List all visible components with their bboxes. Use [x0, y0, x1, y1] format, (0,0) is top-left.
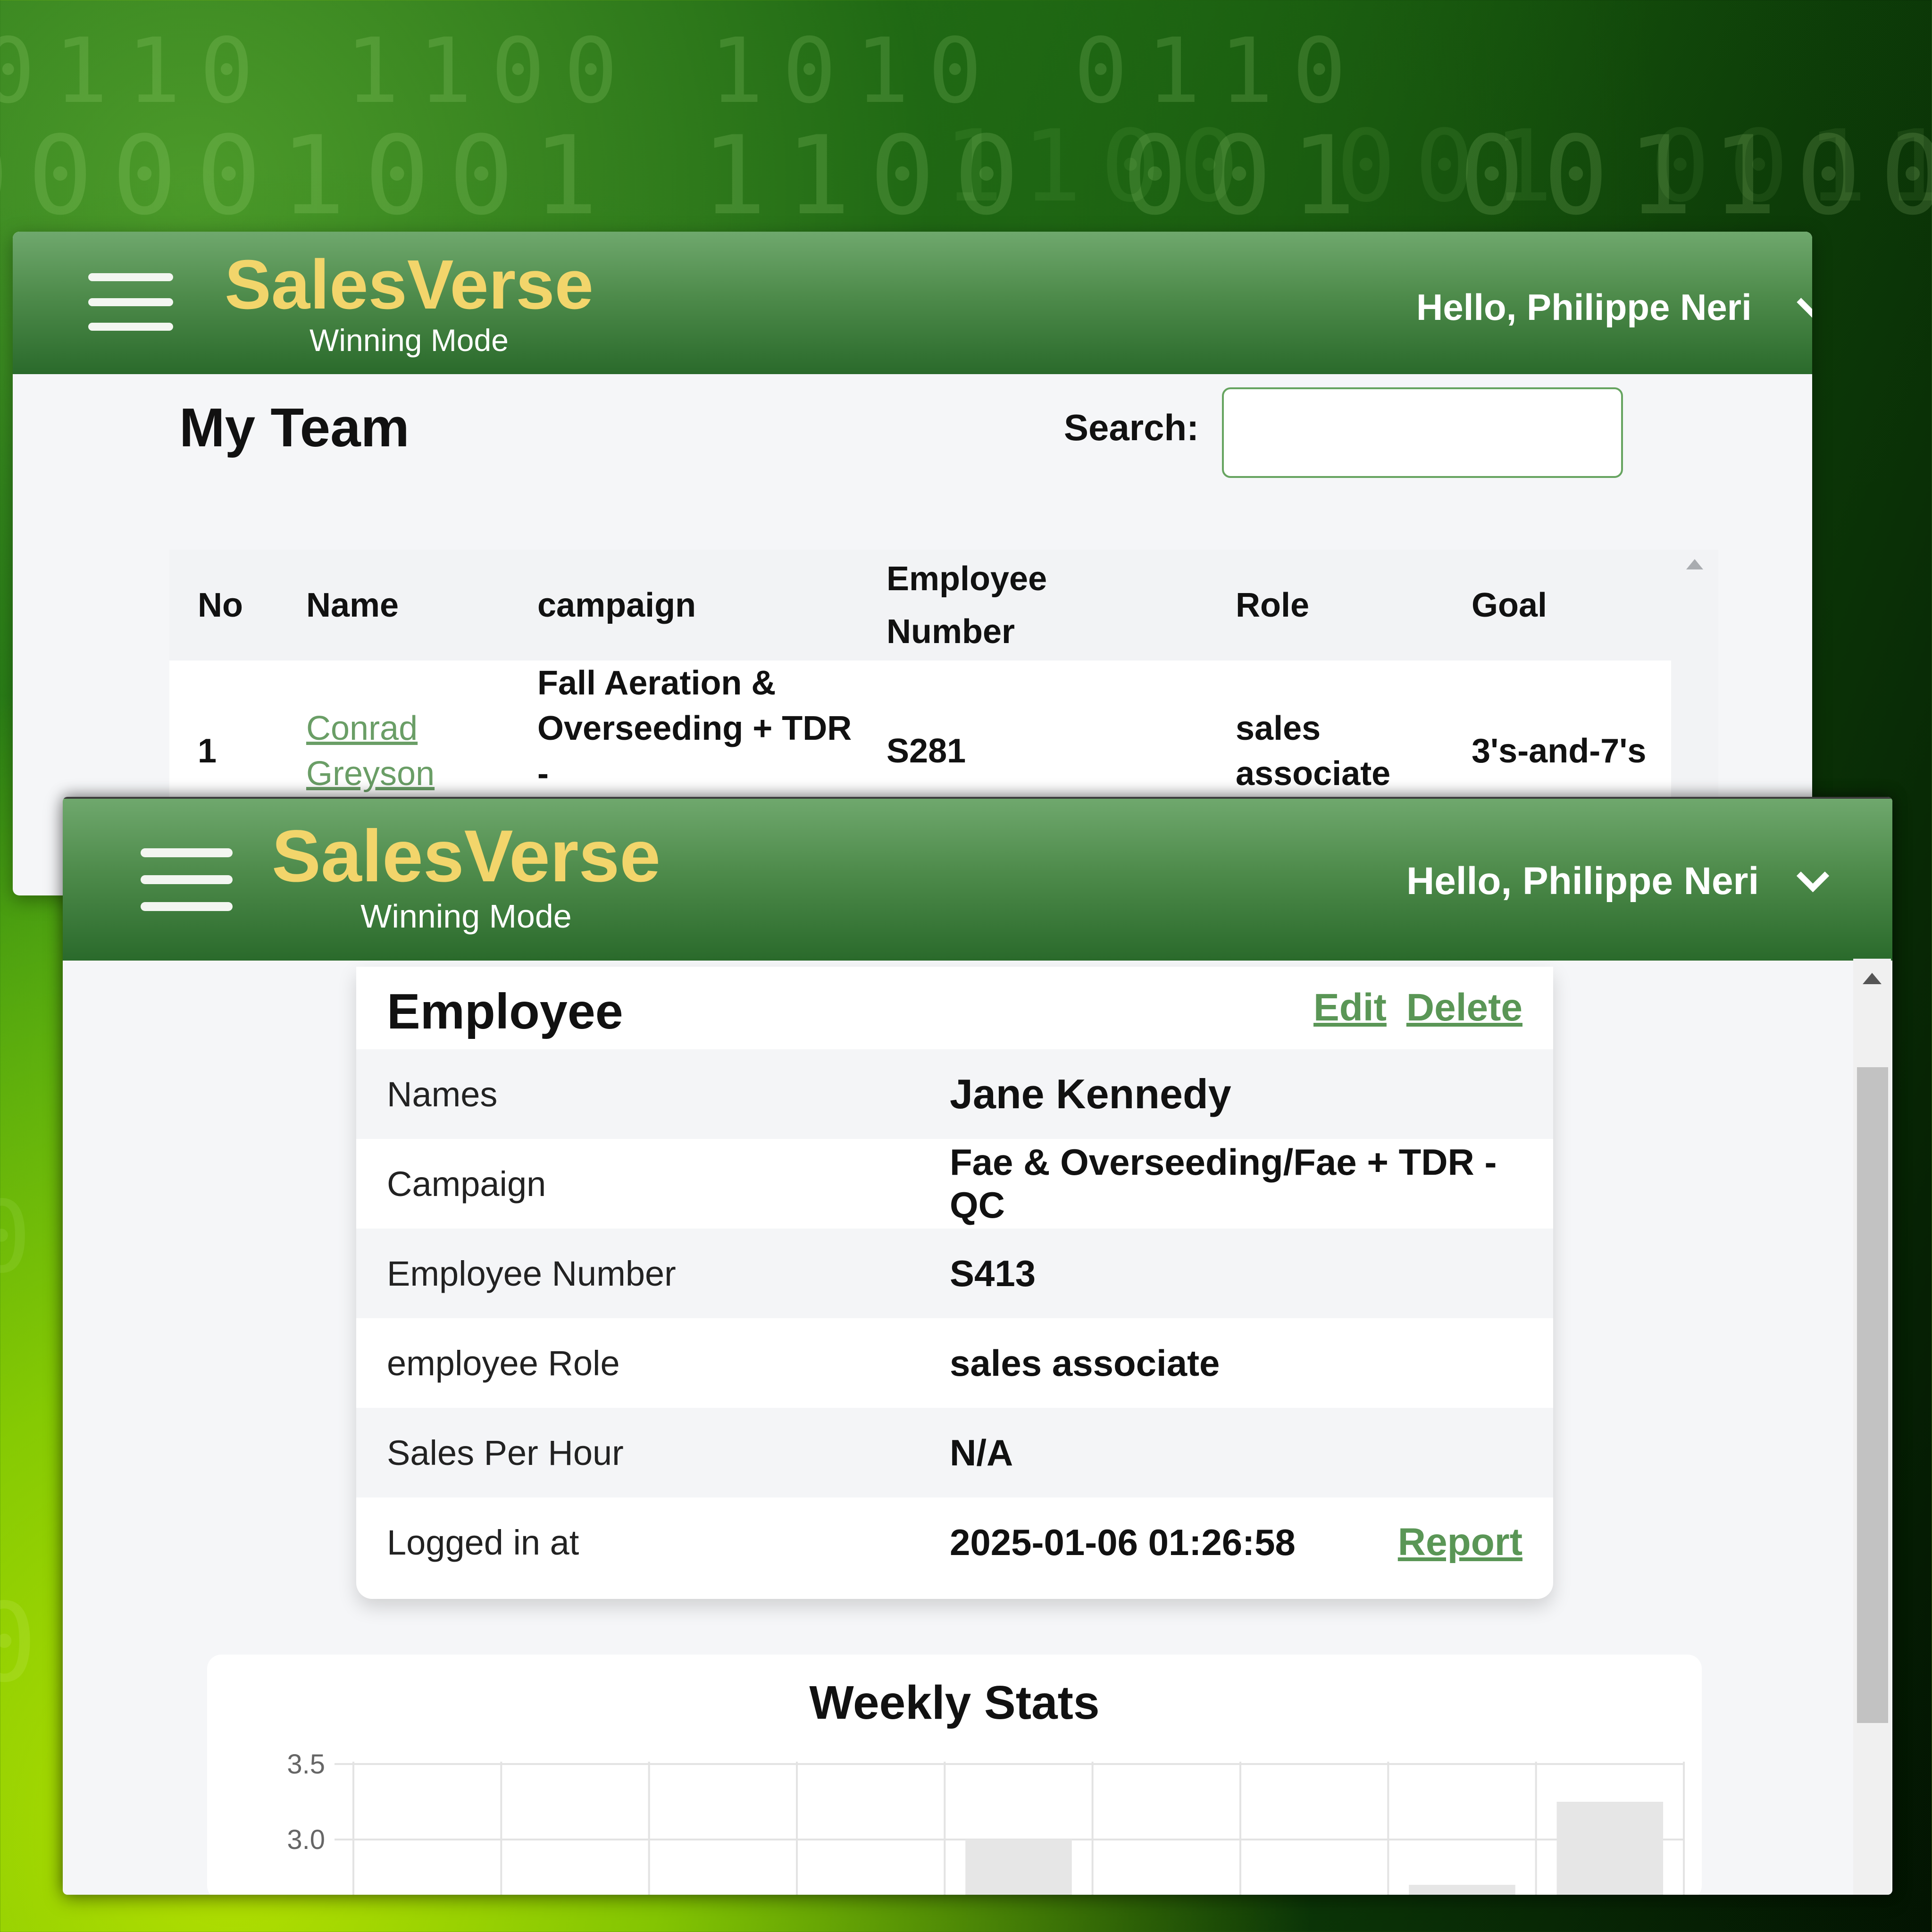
detail-label: Campaign	[387, 1164, 546, 1204]
detail-row-names: Names Jane Kennedy	[356, 1049, 1553, 1139]
scrollbar-thumb[interactable]	[1857, 1067, 1888, 1723]
detail-value: sales associate	[950, 1342, 1220, 1384]
user-menu[interactable]: Hello, Philippe Neri	[1416, 284, 1812, 331]
card-title: Employee	[387, 984, 623, 1039]
chart-bar[interactable]	[1556, 1802, 1664, 1895]
employee-window: SalesVerse Winning Mode Hello, Philippe …	[63, 797, 1892, 1895]
table-scroll-up-icon[interactable]	[1686, 559, 1703, 569]
search-label: Search:	[1064, 407, 1199, 448]
employee-card: Employee Edit Delete Names Jane Kennedy …	[356, 967, 1553, 1599]
page-scrollbar[interactable]	[1853, 959, 1891, 1895]
detail-label: Logged in at	[387, 1522, 579, 1562]
detail-label: Names	[387, 1074, 498, 1114]
detail-label: employee Role	[387, 1343, 620, 1383]
top-bar: SalesVerse Winning Mode Hello, Philippe …	[63, 797, 1892, 961]
brand-name: SalesVerse	[225, 246, 594, 324]
detail-value: 2025-01-06 01:26:58	[950, 1521, 1296, 1563]
report-link[interactable]: Report	[1398, 1520, 1522, 1564]
weekly-stats-panel: Weekly Stats 3.5 3.0	[207, 1655, 1702, 1895]
brand-logo[interactable]: SalesVerse Winning Mode	[220, 241, 598, 357]
column-header-goal[interactable]: Goal	[1443, 550, 1671, 661]
team-window: SalesVerse Winning Mode Hello, Philippe …	[13, 232, 1812, 895]
weekly-stats-chart: 3.5 3.0	[287, 1749, 1685, 1895]
user-menu[interactable]: Hello, Philippe Neri	[1406, 858, 1830, 905]
detail-value: Jane Kennedy	[950, 1071, 1231, 1117]
chart-bar[interactable]	[1409, 1885, 1515, 1895]
edit-link[interactable]: Edit	[1313, 986, 1387, 1030]
y-tick-label: 3.5	[287, 1749, 325, 1780]
background-binary-text: 1100 001 001100 1100	[944, 109, 1932, 224]
chart-bar[interactable]	[965, 1840, 1072, 1895]
background-binary-text: 0	[0, 1179, 50, 1295]
table-header-row: No Name campaign Employee Number Role Go…	[169, 550, 1671, 661]
y-tick-label: 3.0	[287, 1824, 325, 1855]
background-binary-text: 00001001 1100 001 001100	[0, 113, 1932, 239]
hamburger-icon[interactable]	[141, 848, 233, 911]
background-binary-text: 0	[0, 1581, 56, 1706]
greeting-text: Hello, Philippe Neri	[1416, 286, 1752, 328]
column-header-campaign[interactable]: campaign	[509, 550, 858, 661]
hamburger-icon[interactable]	[88, 273, 173, 331]
chevron-down-icon	[1797, 859, 1830, 892]
page-title: My Team	[179, 397, 410, 458]
delete-link[interactable]: Delete	[1406, 986, 1522, 1030]
detail-value: S413	[950, 1252, 1036, 1294]
column-header-no[interactable]: No	[169, 550, 278, 661]
search-input[interactable]	[1222, 387, 1623, 478]
detail-value: N/A	[950, 1431, 1013, 1473]
detail-row-sales-per-hour: Sales Per Hour N/A	[356, 1408, 1553, 1497]
employee-name-link[interactable]: Conrad Greyson	[306, 710, 435, 793]
column-header-name[interactable]: Name	[278, 550, 509, 661]
brand-name: SalesVerse	[271, 815, 661, 897]
detail-row-campaign: Campaign Fae & Overseeding/Fae + TDR - Q…	[356, 1139, 1553, 1229]
brand-tagline: Winning Mode	[360, 898, 572, 935]
scroll-up-icon[interactable]	[1863, 973, 1882, 984]
detail-row-employee-number: Employee Number S413	[356, 1229, 1553, 1318]
detail-value: Fae & Overseeding/Fae + TDR - QC	[950, 1141, 1497, 1226]
greeting-text: Hello, Philippe Neri	[1406, 860, 1759, 903]
detail-label: Sales Per Hour	[387, 1433, 624, 1472]
detail-row-logged-in: Logged in at 2025-01-06 01:26:58 Report	[356, 1497, 1553, 1587]
top-bar: SalesVerse Winning Mode Hello, Philippe …	[13, 232, 1812, 374]
card-actions: Edit Delete	[1313, 986, 1522, 1030]
brand-logo[interactable]: SalesVerse Winning Mode	[266, 811, 667, 934]
background-binary-text: 0110 1100 1010 0110	[0, 19, 1365, 123]
column-header-role[interactable]: Role	[1207, 550, 1443, 661]
brand-tagline: Winning Mode	[309, 323, 509, 358]
detail-label: Employee Number	[387, 1254, 676, 1293]
detail-row-role: employee Role sales associate	[356, 1318, 1553, 1408]
chevron-down-icon	[1797, 286, 1812, 318]
column-header-employee-number[interactable]: Employee Number	[858, 550, 1207, 661]
